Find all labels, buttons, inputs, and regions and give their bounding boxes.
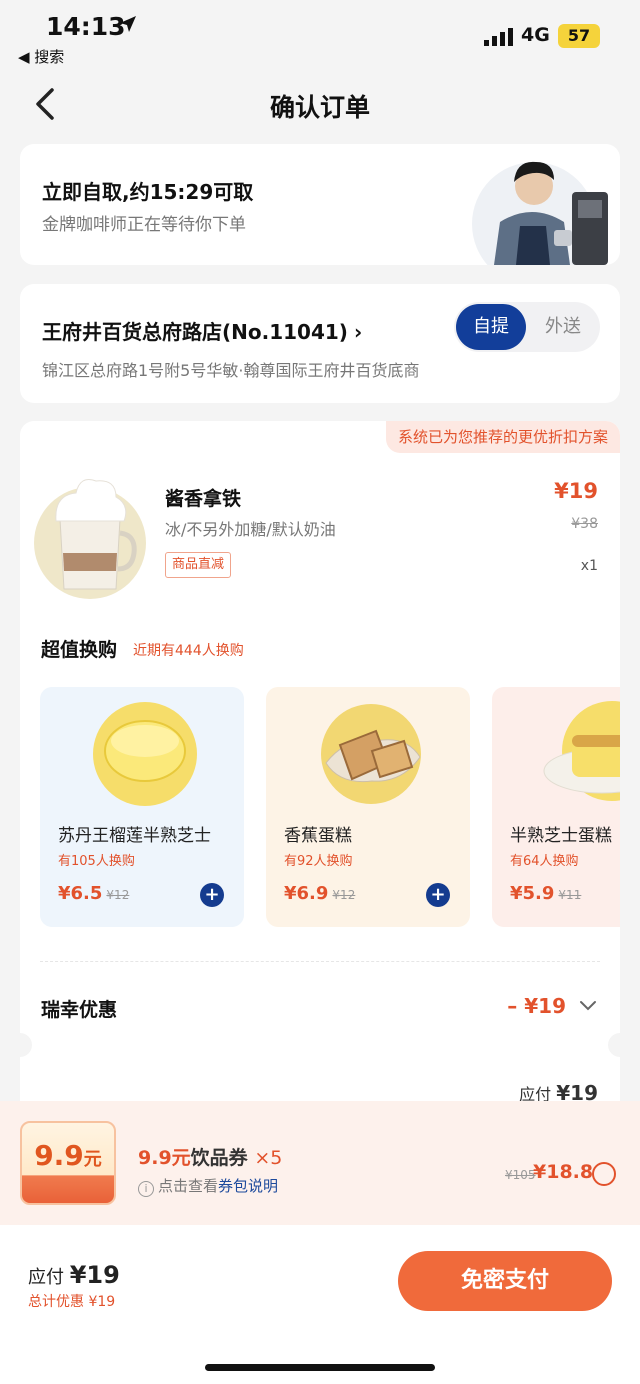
add-icon[interactable]: + (426, 883, 450, 907)
page-title: 确认订单 (269, 93, 370, 122)
status-time: 14:13 (46, 12, 126, 41)
addon-original-price: ¥12 (106, 888, 130, 902)
product-quantity: x1 (580, 558, 598, 574)
pickup-subtitle: 金牌咖啡师正在等待你下单 (42, 215, 246, 235)
addon-name: 半熟芝士蛋糕 (510, 826, 612, 846)
status-bar: 14:13 ◀ 搜索 4G 57 (0, 0, 640, 72)
coupon-offer-bar[interactable]: 9.9元 9.9元饮品券 ×5 i 点击查看券包说明 ¥105 ¥18.8 (0, 1101, 640, 1225)
store-address: 锦江区总府路1号附5号华敏·翰尊国际王府井百货底商 (42, 361, 420, 380)
addon-card[interactable]: 半熟芝士蛋糕 有64人换购 ¥5.9 ¥11 (492, 687, 620, 927)
discount-recommendation-banner: 系统已为您推荐的更优折扣方案 (385, 421, 620, 453)
store-name[interactable]: 王府井百货总府路店(No.11041) › (42, 316, 362, 345)
coupon-info-prefix: 点击查看 (158, 1177, 219, 1195)
addon-original-price: ¥12 (332, 888, 356, 902)
coupon-price: ¥18.8 (533, 1161, 594, 1183)
addon-price: ¥6.9 ¥12 (284, 883, 355, 904)
coupon-badge-value: 9.9 (34, 1139, 84, 1172)
addon-price: ¥5.9 ¥11 (510, 883, 581, 904)
store-card[interactable]: 王府井百货总府路店(No.11041) › 锦江区总府路1号附5号华敏·翰尊国际王… (20, 284, 620, 403)
total-due: 应付 ¥19 (28, 1261, 120, 1289)
coupon-badge-text: 9.9元 (22, 1139, 114, 1172)
addon-name: 香蕉蛋糕 (284, 826, 352, 846)
coupon-badge: 9.9元 (20, 1121, 116, 1205)
battery-indicator: 57 (558, 24, 600, 48)
divider (40, 961, 600, 962)
back-to-app-link[interactable]: ◀ 搜索 (18, 46, 64, 67)
total-due-label: 应付 (28, 1267, 64, 1288)
addon-price-value: ¥5.9 (510, 883, 555, 904)
nav-bar: 确认订单 (0, 72, 640, 136)
pickup-time-title: 立即自取,约15:29可取 (42, 180, 254, 204)
coupon-title-text: 饮品券 (190, 1147, 248, 1169)
toggle-delivery[interactable]: 外送 (530, 304, 596, 350)
coupon-title-highlight: 9.9元 (138, 1147, 191, 1169)
product-original-price: ¥38 (571, 516, 598, 532)
toggle-pickup[interactable]: 自提 (456, 304, 526, 350)
product-image (34, 479, 146, 599)
info-icon: i (138, 1181, 154, 1197)
pickup-time-card: 立即自取,约15:29可取 金牌咖啡师正在等待你下单 (20, 144, 620, 265)
durian-cheesecake-image (93, 702, 197, 806)
product-discount-tag: 商品直减 (165, 552, 232, 578)
addon-name: 苏丹王榴莲半熟芝士 (58, 826, 211, 846)
location-arrow-icon (120, 16, 136, 32)
coupon-rules-link[interactable]: 券包说明 (218, 1177, 278, 1195)
coupon-badge-unit: 元 (83, 1149, 102, 1170)
addon-original-price: ¥11 (558, 888, 582, 902)
addon-count: 有105人换购 (58, 854, 135, 869)
total-due-value: ¥19 (69, 1261, 120, 1289)
pickup-delivery-toggle[interactable]: 自提 外送 (454, 302, 600, 352)
ticket-notch (608, 1033, 620, 1057)
discount-value[interactable]: – ¥19 (507, 994, 566, 1018)
store-name-text: 王府井百货总府路店(No.11041) (42, 320, 348, 344)
chevron-down-icon[interactable] (578, 995, 598, 1015)
addon-list[interactable]: 苏丹王榴莲半熟芝士 有105人换购 ¥6.5 ¥12 + 香蕉蛋糕 有92人换购 … (20, 687, 620, 927)
pay-button[interactable]: 免密支付 (398, 1251, 612, 1311)
coupon-info[interactable]: i 点击查看券包说明 (138, 1175, 278, 1197)
bottom-pay-bar: 应付 ¥19 总计优惠 ¥19 免密支付 (0, 1225, 640, 1384)
addon-price-value: ¥6.9 (284, 883, 329, 904)
coupon-original-price: ¥105 (505, 1168, 536, 1182)
addon-section-title: 超值换购 (41, 639, 118, 661)
coupon-select-radio[interactable] (592, 1162, 616, 1186)
banana-cake-image (321, 704, 421, 804)
coupon-title-count: ×5 (254, 1147, 283, 1169)
product-price: ¥19 (554, 479, 598, 503)
network-type: 4G (521, 24, 550, 46)
add-icon[interactable]: + (200, 883, 224, 907)
coupon-title: 9.9元饮品券 ×5 (138, 1143, 282, 1170)
addon-price: ¥6.5 ¥12 (58, 883, 129, 904)
addon-section-subtitle: 近期有444人换购 (133, 643, 244, 659)
addon-card[interactable]: 苏丹王榴莲半熟芝士 有105人换购 ¥6.5 ¥12 + (40, 687, 244, 927)
chevron-right-icon: › (353, 320, 363, 344)
barista-illustration (472, 161, 608, 265)
cheesecake-image (543, 701, 620, 801)
addon-price-value: ¥6.5 (58, 883, 103, 904)
addon-count: 有92人换购 (284, 854, 353, 869)
order-card: 系统已为您推荐的更优折扣方案 酱香拿铁 冰/不另外加糖/默认奶油 商品直减 ¥1… (20, 421, 620, 1125)
product-spec: 冰/不另外加糖/默认奶油 (165, 520, 336, 539)
product-name: 酱香拿铁 (165, 488, 242, 510)
total-discount: 总计优惠 ¥19 (28, 1294, 116, 1310)
signal-icon (484, 28, 513, 46)
addon-count: 有64人换购 (510, 854, 579, 869)
discount-label[interactable]: 瑞幸优惠 (41, 995, 117, 1022)
home-indicator[interactable] (205, 1364, 435, 1371)
ticket-notch (20, 1033, 32, 1057)
addon-card[interactable]: 香蕉蛋糕 有92人换购 ¥6.9 ¥12 + (266, 687, 470, 927)
